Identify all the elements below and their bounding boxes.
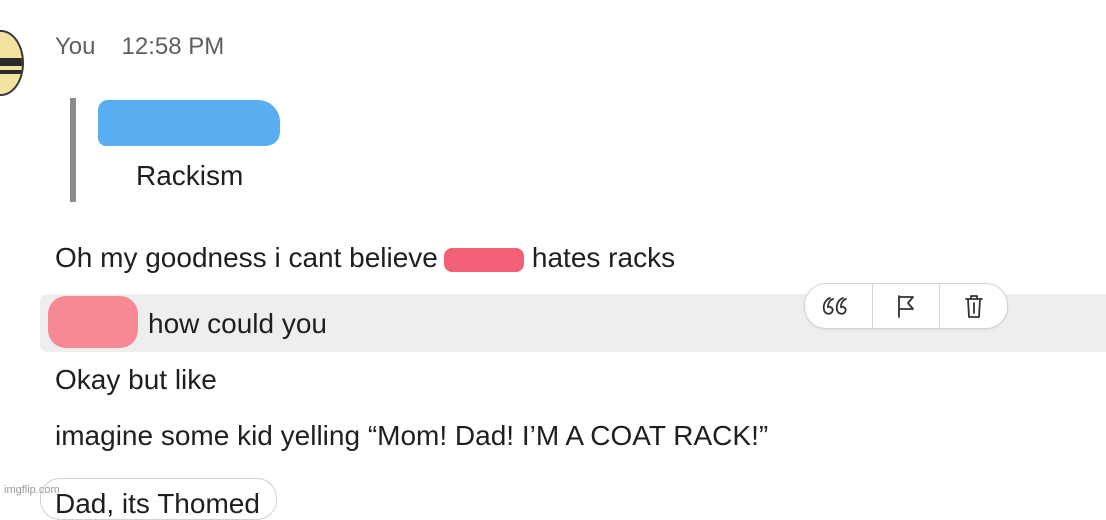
quote-button[interactable] xyxy=(805,284,873,328)
redaction-red xyxy=(48,296,138,348)
sender-name: You xyxy=(55,33,96,60)
quote-icon xyxy=(823,297,848,315)
watermark: imgflip.com xyxy=(4,484,60,496)
quote-bar xyxy=(70,98,76,202)
quoted-message: Rackism xyxy=(136,160,244,191)
message-text: imagine some kid yelling “Mom! Dad! I’M … xyxy=(55,420,769,451)
trash-icon xyxy=(964,295,983,318)
redaction-blue xyxy=(98,100,280,146)
avatar-band xyxy=(0,58,22,66)
redaction-red xyxy=(443,247,524,272)
delete-button[interactable] xyxy=(940,284,1007,328)
timestamp: 12:58 PM xyxy=(121,33,225,60)
avatar[interactable] xyxy=(0,30,24,96)
message-header: You 12:58 PM xyxy=(55,33,224,61)
flag-icon xyxy=(898,295,914,318)
message-line: Oh my goodness i cant believe hates racks xyxy=(55,242,675,274)
flag-button[interactable] xyxy=(873,284,941,328)
message-text: Oh my goodness i cant believe xyxy=(55,242,438,273)
message-actions-toolbar xyxy=(804,283,1008,329)
message-text: hates racks xyxy=(531,242,676,273)
message-text: Okay but like xyxy=(55,364,217,395)
avatar-band xyxy=(0,70,22,74)
partial-message-text: Dad, its Thomed xyxy=(55,488,260,519)
message-text: how could you xyxy=(148,308,328,339)
